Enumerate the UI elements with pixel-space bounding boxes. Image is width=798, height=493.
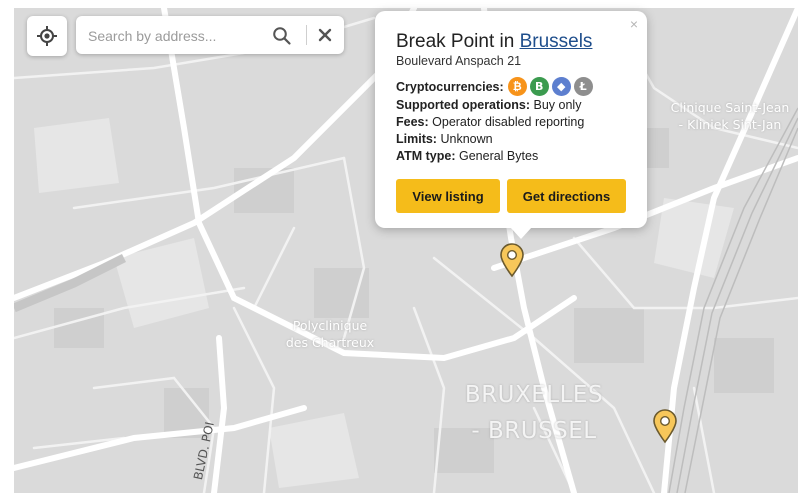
locate-me-button[interactable] <box>27 16 67 56</box>
search-divider <box>306 25 307 45</box>
close-icon <box>318 28 332 42</box>
fees-value: Operator disabled reporting <box>432 115 585 129</box>
cryptocurrencies-row: Cryptocurrencies: ₿ B ◆ Ł <box>396 77 596 96</box>
bitcoin-cash-icon: B <box>529 77 549 96</box>
atm-marker-pin-icon[interactable] <box>651 408 679 444</box>
city-label: BRUXELLES - BRUSSEL <box>464 382 604 444</box>
atm-address: Boulevard Anspach 21 <box>396 54 522 68</box>
search-icon <box>273 27 291 45</box>
popup-close-button[interactable]: × <box>630 17 638 31</box>
popup-pointer <box>510 227 532 239</box>
hospital-label-chartreux: Polyclinique des Chartreux <box>285 318 375 350</box>
limits-label: Limits: <box>396 132 437 146</box>
popup-title: Break Point in Brussels <box>396 31 592 53</box>
atm-marker-pin-icon[interactable] <box>498 242 526 278</box>
city-link[interactable]: Brussels <box>520 31 593 52</box>
operations-label: Supported operations: <box>396 98 531 112</box>
atm-info-popup: × Break Point in Brussels Boulevard Ansp… <box>375 11 647 228</box>
view-listing-button[interactable]: View listing <box>396 179 500 213</box>
fees-row: Fees: Operator disabled reporting <box>396 115 584 129</box>
get-directions-button[interactable]: Get directions <box>507 179 626 213</box>
bitcoin-icon: ₿ <box>507 77 527 96</box>
popup-title-prefix: Break Point in <box>396 31 515 52</box>
atm-type-value: General Bytes <box>458 149 539 163</box>
clear-search-button[interactable] <box>316 26 334 44</box>
limits-row: Limits: Unknown <box>396 132 493 146</box>
limits-value: Unknown <box>440 132 493 146</box>
search-input[interactable] <box>86 22 268 50</box>
operations-row: Supported operations: Buy only <box>396 98 581 112</box>
search-button[interactable] <box>272 26 292 46</box>
search-bar <box>76 16 344 54</box>
cryptocurrencies-label: Cryptocurrencies: <box>396 79 504 94</box>
atm-type-label: ATM type: <box>396 149 456 163</box>
atm-type-row: ATM type: General Bytes <box>396 149 538 163</box>
hospital-label-saint-jean: Clinique Saint-Jean - Kliniek Sint-Jan <box>670 100 790 132</box>
litecoin-icon: Ł <box>573 77 593 96</box>
operations-value: Buy only <box>533 98 582 112</box>
ethereum-icon: ◆ <box>551 77 571 96</box>
crosshair-icon <box>37 26 57 46</box>
fees-label: Fees: <box>396 115 429 129</box>
